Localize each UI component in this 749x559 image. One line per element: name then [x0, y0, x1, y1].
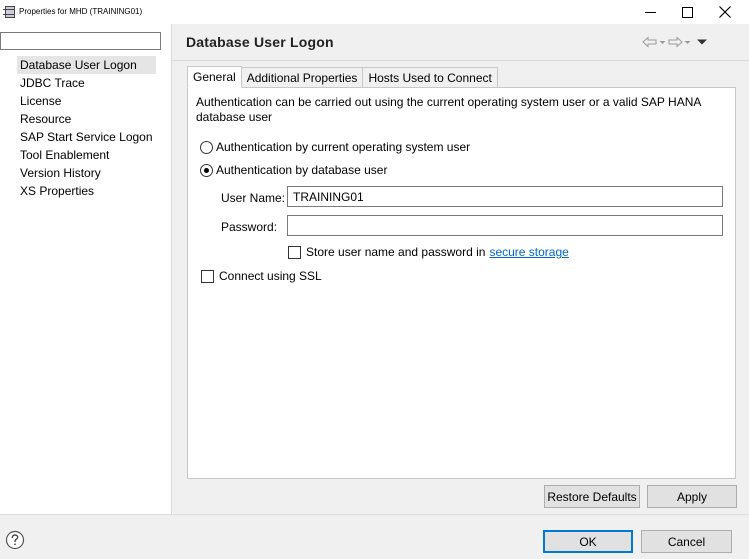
ssl-checkbox[interactable]: [201, 269, 214, 283]
tab-general[interactable]: General: [187, 66, 242, 88]
close-button[interactable]: [707, 0, 743, 24]
tree-item-version-history[interactable]: Version History: [17, 164, 156, 182]
tree-item-license[interactable]: License: [17, 92, 156, 110]
tab-hosts-used-to-connect[interactable]: Hosts Used to Connect: [363, 67, 498, 88]
minimize-icon: [644, 12, 656, 13]
secure-storage-link[interactable]: secure storage: [489, 245, 568, 259]
tree-item-tool-enablement[interactable]: Tool Enablement: [17, 146, 156, 164]
ok-button[interactable]: OK: [543, 530, 633, 553]
back-menu-chevron-icon[interactable]: [658, 38, 667, 46]
view-menu-icon[interactable]: [696, 38, 708, 46]
apply-button[interactable]: Apply: [647, 485, 737, 508]
auth-db-user-radio[interactable]: [200, 163, 213, 177]
cancel-button[interactable]: Cancel: [641, 530, 732, 553]
store-credentials-label: Store user name and password in: [306, 245, 486, 259]
user-name-label: User Name:: [221, 191, 286, 205]
page-navigation: [642, 34, 708, 50]
left-panel: Database User Logon JDBC Trace License R…: [0, 24, 172, 514]
window-title: Properties for MHD (TRAINING01): [19, 7, 143, 16]
app-icon: [3, 5, 15, 18]
store-credentials-option[interactable]: Store user name and password in secure s…: [288, 245, 569, 259]
close-icon: [719, 6, 731, 18]
tab-bar: General Additional Properties Hosts Used…: [187, 66, 498, 88]
tree-item-xs-properties[interactable]: XS Properties: [17, 182, 156, 200]
store-credentials-checkbox[interactable]: [288, 245, 301, 259]
auth-db-user-label: Authentication by database user: [216, 163, 388, 177]
tree-item-jdbc-trace[interactable]: JDBC Trace: [17, 74, 156, 92]
minimize-button[interactable]: [632, 0, 668, 24]
forward-arrow-icon[interactable]: [667, 36, 683, 48]
auth-os-user-option[interactable]: Authentication by current operating syst…: [200, 140, 470, 154]
password-field[interactable]: [287, 215, 723, 236]
header-divider: [173, 60, 749, 61]
forward-menu-chevron-icon[interactable]: [683, 38, 692, 46]
tab-additional-properties[interactable]: Additional Properties: [241, 67, 364, 88]
page-title: Database User Logon: [186, 34, 334, 50]
auth-os-user-label: Authentication by current operating syst…: [216, 140, 471, 154]
tree-item-sap-start-service-logon[interactable]: SAP Start Service Logon: [17, 128, 156, 146]
filter-input[interactable]: [0, 32, 161, 50]
ssl-option[interactable]: Connect using SSL: [201, 269, 322, 283]
maximize-button[interactable]: [669, 0, 705, 24]
back-arrow-icon[interactable]: [642, 36, 658, 48]
tree-item-database-user-logon[interactable]: Database User Logon: [17, 56, 156, 74]
ssl-label: Connect using SSL: [219, 269, 322, 283]
general-tab-panel: Authentication can be carried out using …: [187, 87, 736, 479]
property-page-tree: Database User Logon JDBC Trace License R…: [17, 56, 156, 200]
help-icon[interactable]: [5, 530, 25, 550]
auth-description: Authentication can be carried out using …: [196, 95, 701, 124]
restore-defaults-button[interactable]: Restore Defaults: [544, 485, 640, 508]
auth-os-user-radio[interactable]: [200, 140, 213, 154]
maximize-icon: [681, 6, 693, 18]
title-bar: Properties for MHD (TRAINING01): [0, 0, 749, 24]
tree-item-resource[interactable]: Resource: [17, 110, 156, 128]
password-label: Password:: [221, 220, 278, 234]
user-name-field[interactable]: [287, 186, 723, 207]
auth-db-user-option[interactable]: Authentication by database user: [200, 163, 387, 177]
footer-divider: [0, 514, 749, 515]
